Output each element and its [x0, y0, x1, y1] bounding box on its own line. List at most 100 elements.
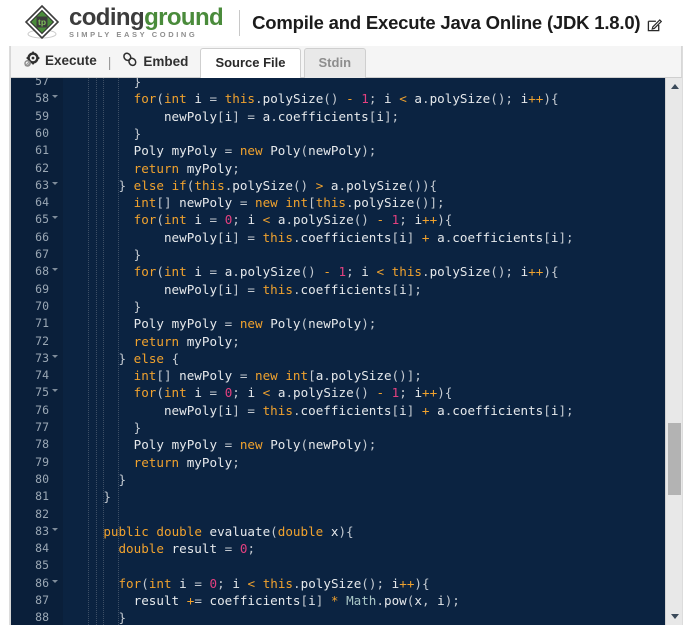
code-line-text: public double evaluate(double x){	[103, 523, 354, 539]
scroll-up-arrow-icon[interactable]	[666, 78, 682, 95]
code-line[interactable]: 81}	[11, 488, 666, 505]
editor-vertical-scrollbar[interactable]	[665, 78, 682, 625]
code-line-text: result += coefficients[i] * Math.pow(x, …	[133, 593, 460, 608]
line-number: 80	[35, 471, 49, 486]
line-number: 79	[35, 454, 49, 469]
code-line-text: }	[133, 247, 142, 262]
code-line[interactable]: 57}	[11, 78, 666, 90]
code-line[interactable]: 79 return myPoly;	[11, 454, 666, 471]
code-line[interactable]: 70}	[11, 298, 666, 315]
code-line-text	[63, 557, 73, 574]
embed-label: Embed	[143, 53, 189, 69]
code-line-text: } else if(this.polySize() > a.polySize()…	[118, 177, 438, 193]
code-line[interactable]: 72 return myPoly;	[11, 333, 666, 350]
code-line[interactable]: 87 result += coefficients[i] * Math.pow(x…	[11, 592, 666, 609]
code-line[interactable]: 86 for(int i = 0; i < this.polySize(); i+…	[11, 575, 666, 592]
code-line[interactable]: 63} else if(this.polySize() > a.polySize…	[11, 177, 666, 194]
editor-tabs: Source File Stdin	[200, 46, 369, 78]
code-line-text: for(int i = 0; i < a.polySize() - 1; i++…	[133, 212, 453, 228]
code-fold-toggle-icon[interactable]	[52, 181, 58, 185]
toolbar-divider: |	[107, 54, 112, 70]
page-left-margin	[0, 46, 10, 625]
line-number: 76	[35, 402, 49, 417]
scrollbar-thumb[interactable]	[668, 423, 681, 495]
code-line[interactable]: 73 } else {	[11, 350, 666, 367]
code-line[interactable]: 60}	[11, 125, 666, 142]
line-number: 85	[35, 558, 49, 573]
code-line-text: }	[133, 298, 142, 314]
code-line-text: for(int i = 0; i < this.polySize(); i++)…	[118, 575, 430, 591]
line-number: 84	[35, 541, 49, 556]
code-line-text: newPoly[i] = this.coefficients[i] + a.co…	[163, 402, 574, 418]
code-line-text: return myPoly;	[133, 454, 240, 470]
code-line-text: return myPoly;	[133, 333, 240, 349]
tab-source-file[interactable]: Source File	[200, 48, 301, 78]
code-fold-toggle-icon[interactable]	[52, 579, 58, 583]
gear-icon	[24, 51, 40, 70]
editor-toolbar: Execute | Embed Source File Stdin	[10, 46, 682, 78]
code-line[interactable]: 74 int[] newPoly = new int[a.polySize()];	[11, 367, 666, 384]
page-header: tp codingground SIMPLY EASY CODING Compi…	[0, 0, 692, 46]
line-number: 61	[35, 143, 49, 158]
code-line[interactable]: 83 public double evaluate(double x){	[11, 523, 666, 540]
page-title-text: Compile and Execute Java Online (JDK 1.8…	[252, 12, 641, 33]
scroll-down-arrow-icon[interactable]	[666, 608, 682, 625]
edit-pencil-square-icon[interactable]	[647, 17, 663, 32]
line-number: 77	[35, 420, 49, 434]
code-line-text: }	[118, 471, 127, 487]
code-fold-toggle-icon[interactable]	[52, 268, 58, 272]
code-line[interactable]: 77}	[11, 419, 666, 436]
code-line[interactable]: 85	[11, 557, 666, 574]
line-number: 57	[35, 78, 49, 88]
code-line[interactable]: 59 newPoly[i] = a.coefficients[i];	[11, 108, 666, 125]
line-number: 59	[35, 108, 49, 123]
logo-wordmark: codingground SIMPLY EASY CODING	[69, 4, 224, 40]
code-line[interactable]: 58 for(int i = this.polySize() - 1; i < a…	[11, 90, 666, 107]
code-editor-viewport[interactable]: 57} 58 for(int i = this.polySize() - 1; i …	[11, 78, 666, 625]
code-line[interactable]: 78 Poly myPoly = new Poly(newPoly);	[11, 436, 666, 453]
code-line[interactable]: 69 newPoly[i] = this.coefficients[i];	[11, 281, 666, 298]
code-fold-toggle-icon[interactable]	[52, 216, 58, 220]
code-line[interactable]: 66 newPoly[i] = this.coefficients[i] + a.…	[11, 229, 666, 246]
code-line[interactable]: 71 Poly myPoly = new Poly(newPoly);	[11, 315, 666, 332]
code-line-text: }	[118, 610, 127, 625]
link-chain-icon	[122, 52, 138, 70]
code-line[interactable]: 84 double result = 0;	[11, 540, 666, 557]
code-line-text: double result = 0;	[118, 541, 256, 557]
line-number: 68	[35, 264, 49, 279]
line-number: 69	[35, 281, 49, 296]
code-line-text: newPoly[i] = this.coefficients[i] + a.co…	[163, 229, 574, 245]
code-line[interactable]: 75 for(int i = 0; i < a.polySize() - 1; i…	[11, 384, 666, 401]
line-number: 87	[35, 593, 49, 607]
code-line-text: int[] newPoly = new int[this.polySize()]…	[133, 195, 445, 211]
line-number: 73	[35, 350, 49, 365]
code-fold-toggle-icon[interactable]	[52, 95, 58, 99]
code-line-text: } else {	[118, 350, 180, 366]
line-number: 83	[35, 523, 49, 538]
code-line-text: for(int i = 0; i < a.polySize() - 1; i++…	[133, 385, 453, 401]
execute-label: Execute	[45, 53, 97, 68]
code-fold-toggle-icon[interactable]	[52, 527, 58, 531]
code-line[interactable]: 88}	[11, 609, 666, 625]
site-logo[interactable]: tp codingground SIMPLY EASY CODING	[22, 3, 224, 43]
code-line[interactable]: 82	[11, 506, 666, 523]
code-line[interactable]: 61 Poly myPoly = new Poly(newPoly);	[11, 142, 666, 159]
code-fold-toggle-icon[interactable]	[52, 389, 58, 393]
code-line-text: Poly myPoly = new Poly(newPoly);	[133, 316, 377, 332]
embed-button[interactable]: Embed	[118, 52, 192, 77]
tab-stdin[interactable]: Stdin	[303, 48, 367, 78]
code-line[interactable]: 65 for(int i = 0; i < a.polySize() - 1; i…	[11, 211, 666, 228]
line-number: 72	[35, 333, 49, 348]
code-line-text: }	[133, 420, 142, 435]
code-line[interactable]: 80}	[11, 471, 666, 488]
code-editor[interactable]: 57} 58 for(int i = this.polySize() - 1; i …	[10, 78, 682, 625]
code-fold-toggle-icon[interactable]	[52, 354, 58, 358]
code-line[interactable]: 62 return myPoly;	[11, 160, 666, 177]
code-line[interactable]: 68 for(int i = a.polySize() - 1; i < this…	[11, 263, 666, 280]
code-line[interactable]: 67}	[11, 246, 666, 263]
code-line[interactable]: 76 newPoly[i] = this.coefficients[i] + a.…	[11, 402, 666, 419]
execute-button[interactable]: Execute	[20, 51, 101, 77]
logo-word-ground: ground	[144, 4, 224, 31]
line-number: 70	[35, 298, 49, 313]
code-line[interactable]: 64 int[] newPoly = new int[this.polySize(…	[11, 194, 666, 211]
